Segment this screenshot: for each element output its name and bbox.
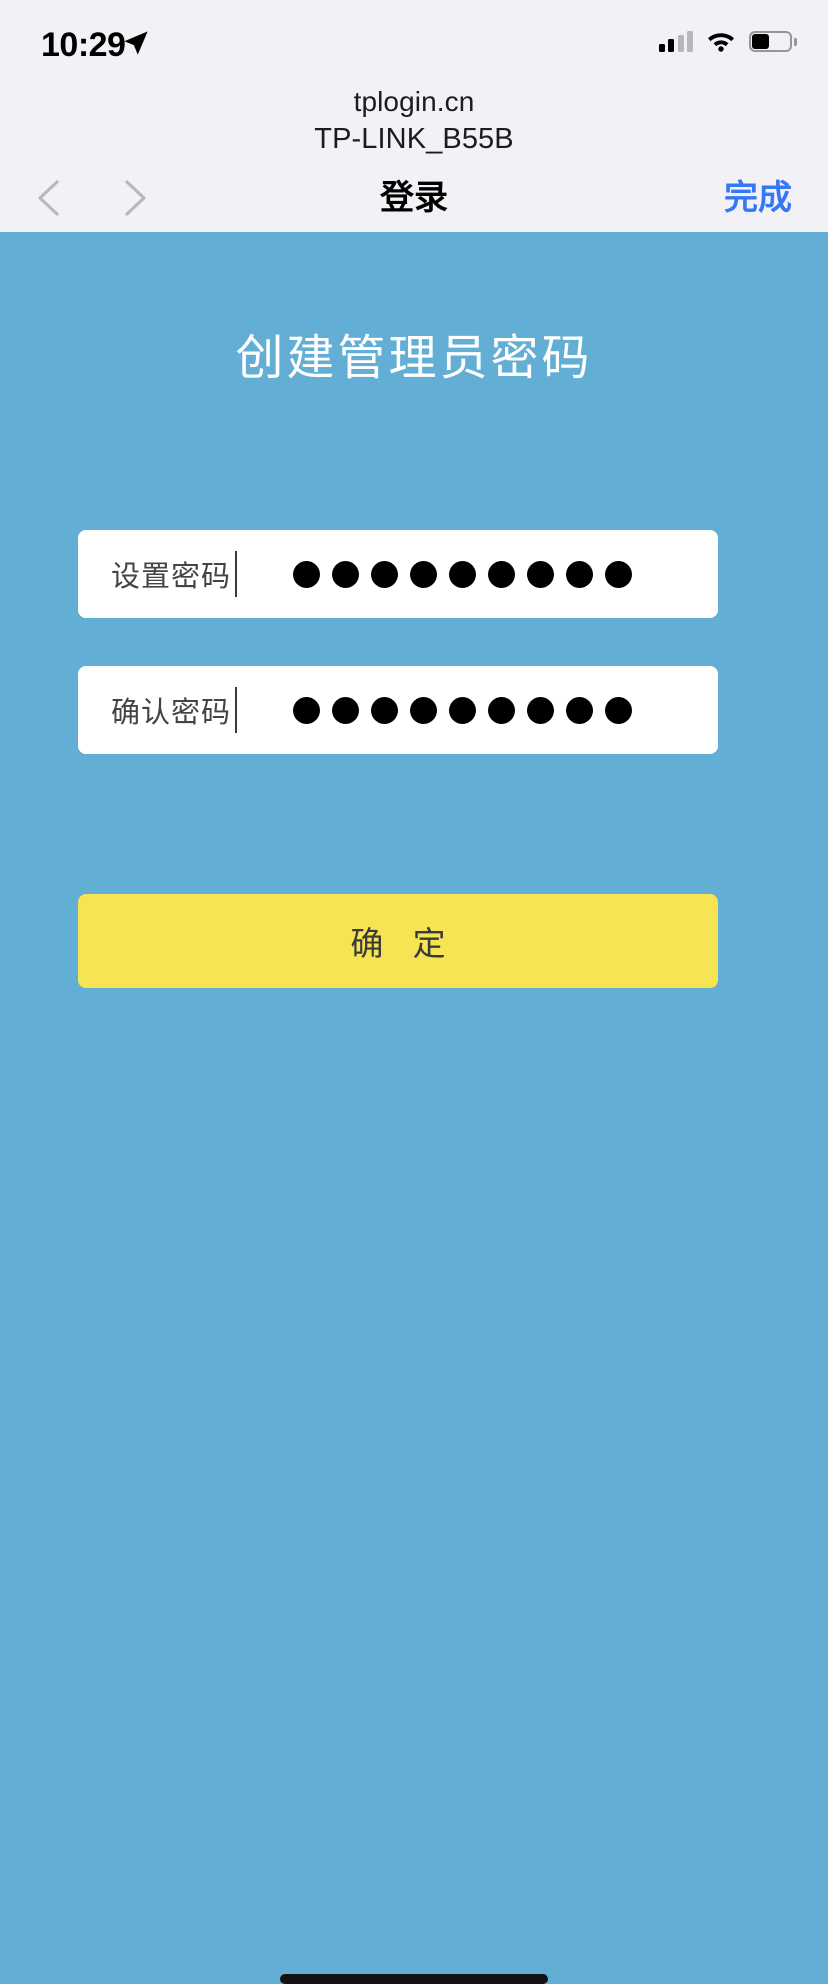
confirm-password-field-label: 确认密码 [111, 697, 232, 729]
password-dot [293, 560, 320, 588]
password-field-row[interactable]: 设置密码 [78, 530, 718, 618]
password-dot [566, 696, 593, 724]
password-dot [371, 560, 398, 588]
cellular-signal-icon [658, 30, 693, 52]
browser-url-block[interactable]: tplogin.cn TP-LINK_B55B [0, 84, 828, 158]
page-title: 登录 [380, 179, 448, 217]
wifi-icon [708, 33, 734, 52]
password-dot [527, 696, 554, 724]
password-input[interactable] [237, 560, 718, 588]
confirm-password-field-row[interactable]: 确认密码 [78, 666, 718, 754]
status-bar: 10:29 [0, 0, 828, 82]
password-dot [488, 696, 515, 724]
password-dot [410, 560, 437, 588]
status-bar-time: 10:29 [41, 26, 126, 64]
password-dot [449, 696, 476, 724]
page-ssid: TP-LINK_B55B [314, 123, 514, 155]
page-url[interactable]: tplogin.cn [0, 84, 828, 120]
browser-nav-bar: 登录 完成 [0, 164, 828, 232]
password-dot [605, 696, 632, 724]
password-dot [449, 560, 476, 588]
password-dot [566, 560, 593, 588]
password-dot [488, 560, 515, 588]
status-bar-indicators [658, 30, 797, 52]
password-dot [332, 696, 359, 724]
page-heading: 创建管理员密码 [235, 332, 593, 385]
password-dot [410, 696, 437, 724]
browser-chrome: 10:29 tplogin.cn TP-LINK_B55B 登录 完成 [0, 0, 828, 232]
password-dot [371, 696, 398, 724]
password-dot [293, 696, 320, 724]
confirm-password-input[interactable] [237, 696, 718, 724]
home-indicator[interactable] [280, 1974, 548, 1984]
password-dot [605, 560, 632, 588]
battery-icon [749, 30, 797, 52]
submit-button[interactable]: 确 定 [78, 894, 718, 988]
password-field-label: 设置密码 [111, 561, 232, 593]
password-dot [527, 560, 554, 588]
router-setup-page: 创建管理员密码 设置密码 确认密码 确 定 [0, 232, 828, 1984]
password-dot [332, 560, 359, 588]
done-button[interactable]: 完成 [724, 164, 792, 232]
location-arrow-icon [124, 31, 148, 55]
